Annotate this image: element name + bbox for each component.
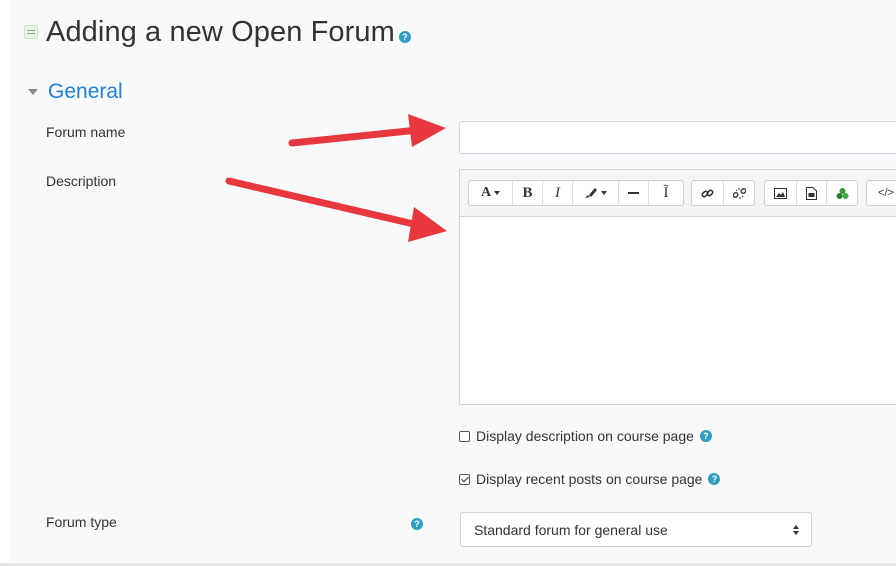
unlink-button[interactable] (724, 181, 754, 205)
toolbar-group-style: A B I Ĩ (468, 180, 684, 206)
caret-down-icon[interactable] (28, 89, 38, 95)
forum-type-select[interactable]: Standard forum for general use (460, 512, 812, 547)
code-icon: </> (878, 187, 894, 199)
description-editor[interactable]: A B I Ĩ </> (459, 169, 896, 405)
clear-formatting-icon: Ĩ (663, 184, 669, 201)
forum-type-selected-value: Standard forum for general use (474, 521, 668, 538)
italic-button[interactable]: I (543, 181, 573, 205)
font-size-button[interactable]: A (469, 181, 513, 205)
clear-formatting-button[interactable]: Ĩ (649, 181, 683, 205)
font-size-icon: A (480, 185, 492, 200)
horizontal-rule-button[interactable] (619, 181, 649, 205)
text-color-button[interactable] (573, 181, 619, 205)
chevron-down-icon (494, 191, 501, 195)
toolbar-group-html: </> (866, 180, 896, 206)
toolbar-group-media (764, 180, 858, 206)
checkbox-row-show-description[interactable]: Display description on course page ? (459, 428, 712, 444)
recent-posts-label[interactable]: Display recent posts on course page (476, 471, 702, 487)
show-description-label[interactable]: Display description on course page (476, 428, 694, 444)
forum-name-input[interactable] (459, 121, 896, 154)
left-margin (0, 0, 10, 566)
link-button[interactable] (692, 181, 724, 205)
bold-button[interactable]: B (513, 181, 543, 205)
question-circle-icon[interactable]: ? (398, 31, 411, 43)
image-icon (774, 187, 787, 199)
bold-icon: B (522, 184, 533, 201)
horizontal-rule-icon (628, 192, 639, 194)
checkbox-row-recent-posts[interactable]: Display recent posts on course page ? (459, 471, 721, 487)
editor-toolbar: A B I Ĩ </> (460, 170, 896, 217)
forum-type-label: Forum type (46, 514, 117, 530)
media-file-icon (806, 186, 817, 200)
page-header: Adding a new Open Forum ? (24, 14, 411, 50)
forum-activity-icon (24, 25, 38, 39)
page-title: Adding a new Open Forum (46, 15, 395, 48)
toolbar-group-links (691, 180, 755, 206)
html-button[interactable]: </> (867, 181, 896, 205)
section-title[interactable]: General (48, 80, 123, 104)
question-circle-icon[interactable]: ? (708, 473, 721, 485)
recent-posts-checkbox[interactable] (459, 473, 470, 485)
recorder-icon (836, 187, 848, 199)
show-description-checkbox[interactable] (459, 430, 470, 442)
chevron-down-icon (601, 191, 607, 195)
description-label: Description (46, 173, 117, 189)
unlink-icon (732, 187, 746, 199)
description-text-area[interactable] (460, 217, 896, 404)
forum-name-label: Forum name (46, 124, 126, 140)
media-button[interactable] (797, 181, 827, 205)
question-circle-icon[interactable]: ? (411, 518, 423, 530)
italic-icon: I (555, 184, 560, 201)
image-button[interactable] (765, 181, 797, 205)
link-icon (701, 188, 714, 198)
question-circle-icon[interactable]: ? (699, 430, 712, 442)
recorder-button[interactable] (827, 181, 857, 205)
select-updown-icon (793, 524, 800, 536)
section-header-general[interactable]: General (28, 80, 123, 104)
paintbrush-icon (585, 188, 597, 198)
